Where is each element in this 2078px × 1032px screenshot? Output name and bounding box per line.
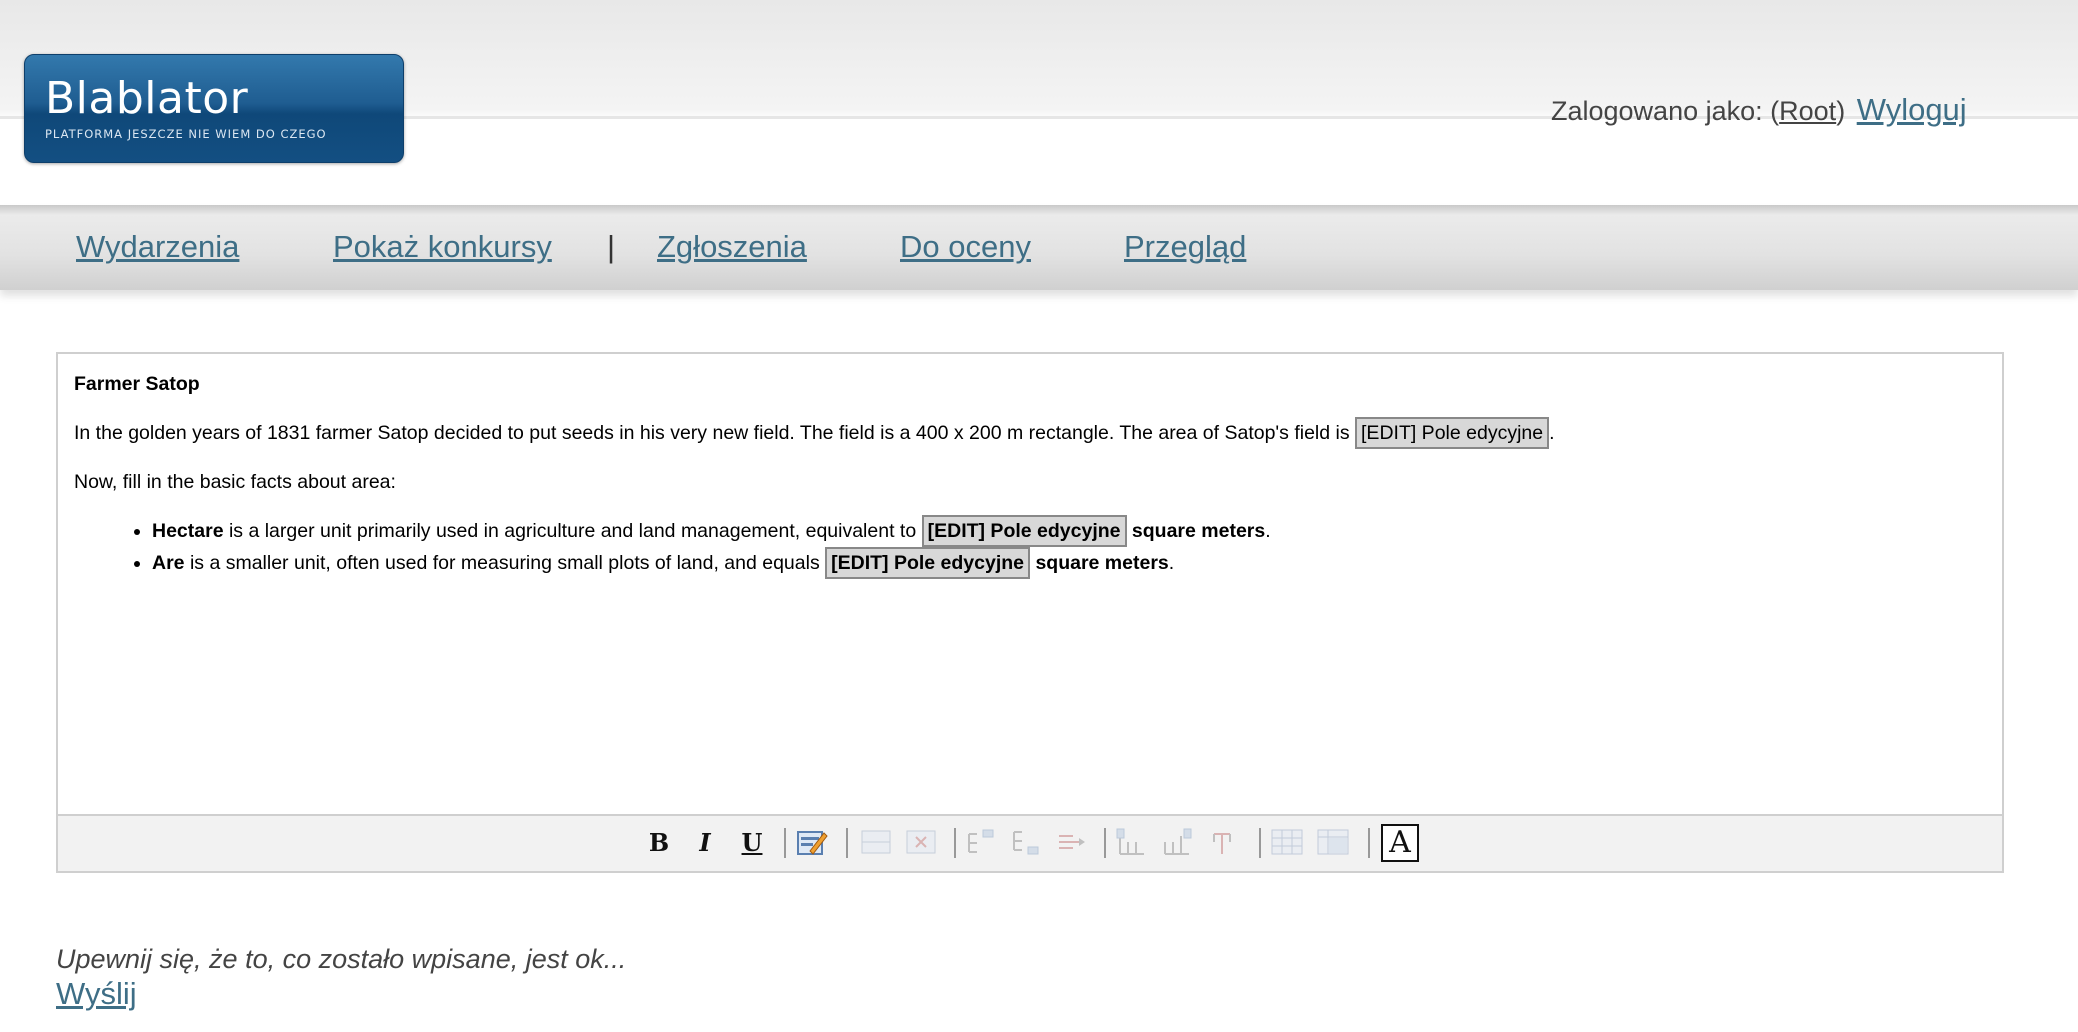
column-after-icon[interactable] [1161, 826, 1193, 858]
confirmation-note: Upewnij się, że to, co zostało wpisane, … [56, 944, 627, 974]
toolbar-separator [784, 828, 786, 858]
delete-row-icon[interactable] [905, 826, 937, 858]
task-paragraph-1: In the golden years of 1831 farmer Satop… [74, 417, 1986, 449]
term-hectare: Hectare [152, 520, 224, 542]
nav-item-przeglad[interactable]: Przegląd [1124, 229, 1246, 265]
move-icon[interactable] [1055, 826, 1087, 858]
editor-content-area[interactable]: Farmer Satop In the golden years of 1831… [58, 354, 2002, 816]
toolbar-separator [1104, 828, 1106, 858]
nav-item-wydarzenia[interactable]: Wydarzenia [76, 229, 239, 265]
toolbar-separator [1368, 828, 1370, 858]
hectare-unit: square meters [1131, 520, 1266, 542]
edit-field-are[interactable]: [EDIT] Pole edycyjne [825, 547, 1031, 579]
are-end: . [1168, 552, 1175, 574]
hectare-text: is a larger unit primarily used in agric… [223, 520, 922, 542]
bold-button[interactable]: B [643, 826, 675, 858]
nav-item-zgloszenia[interactable]: Zgłoszenia [657, 229, 807, 265]
list-item-hectare: Hectare is a larger unit primarily used … [152, 515, 1986, 547]
user-link[interactable]: Root [1779, 96, 1836, 126]
insert-before-icon[interactable] [965, 826, 997, 858]
edit-field-hectare[interactable]: [EDIT] Pole edycyjne [921, 515, 1127, 547]
logo[interactable]: Blablator PLATFORMA JESZCZE NIE WIEM DO … [24, 54, 404, 163]
are-text: is a smaller unit, often used for measur… [184, 552, 826, 574]
row-icon[interactable] [860, 826, 892, 858]
italic-button[interactable]: I [689, 826, 721, 858]
toolbar-separator [954, 828, 956, 858]
task-title: Farmer Satop [74, 373, 200, 395]
main-nav: Wydarzenia Pokaż konkursy | Zgłoszenia D… [0, 205, 2078, 290]
edit-field-area[interactable]: [EDIT] Pole edycyjne [1355, 417, 1550, 449]
task-paragraph-2: Now, fill in the basic facts about area: [74, 471, 396, 493]
edit-field-icon[interactable] [796, 826, 828, 858]
insert-after-icon[interactable] [1010, 826, 1042, 858]
nav-item-do-oceny[interactable]: Do oceny [900, 229, 1031, 265]
nav-item-pokaz-konkursy[interactable]: Pokaż konkursy [333, 229, 552, 265]
login-suffix: ) [1836, 96, 1846, 126]
send-link[interactable]: Wyślij [56, 976, 137, 1012]
toolbar-separator [1259, 828, 1261, 858]
logo-subtitle: PLATFORMA JESZCZE NIE WIEM DO CZEGO [45, 127, 327, 141]
font-button[interactable]: A [1381, 824, 1419, 862]
toolbar-separator [846, 828, 848, 858]
hectare-end: . [1265, 520, 1271, 542]
login-info: Zalogowano jako: (Root) Wyloguj [1551, 92, 1967, 128]
term-are: Are [152, 552, 185, 574]
logo-title: Blablator [45, 73, 249, 124]
column-before-icon[interactable] [1116, 826, 1148, 858]
table-icon[interactable] [1271, 826, 1303, 858]
page-header: Blablator PLATFORMA JESZCZE NIE WIEM DO … [0, 0, 2078, 205]
facts-list: Hectare is a larger unit primarily used … [74, 515, 1986, 579]
underline-button[interactable]: U [736, 826, 768, 858]
editor-toolbar: B I U A [58, 814, 2002, 871]
rich-text-editor: Farmer Satop In the golden years of 1831… [56, 352, 2004, 873]
delete-column-icon[interactable] [1206, 826, 1238, 858]
login-prefix: Zalogowano jako: ( [1551, 96, 1780, 126]
list-item-are: Are is a smaller unit, often used for me… [152, 547, 1986, 579]
logout-link[interactable]: Wyloguj [1857, 92, 1967, 127]
table-props-icon[interactable] [1317, 826, 1349, 858]
are-unit: square meters [1035, 552, 1169, 574]
font-icon: A [1389, 825, 1411, 860]
nav-separator: | [607, 229, 616, 264]
paragraph-1-end: . [1549, 422, 1555, 444]
paragraph-1-text: In the golden years of 1831 farmer Satop… [74, 422, 1356, 444]
